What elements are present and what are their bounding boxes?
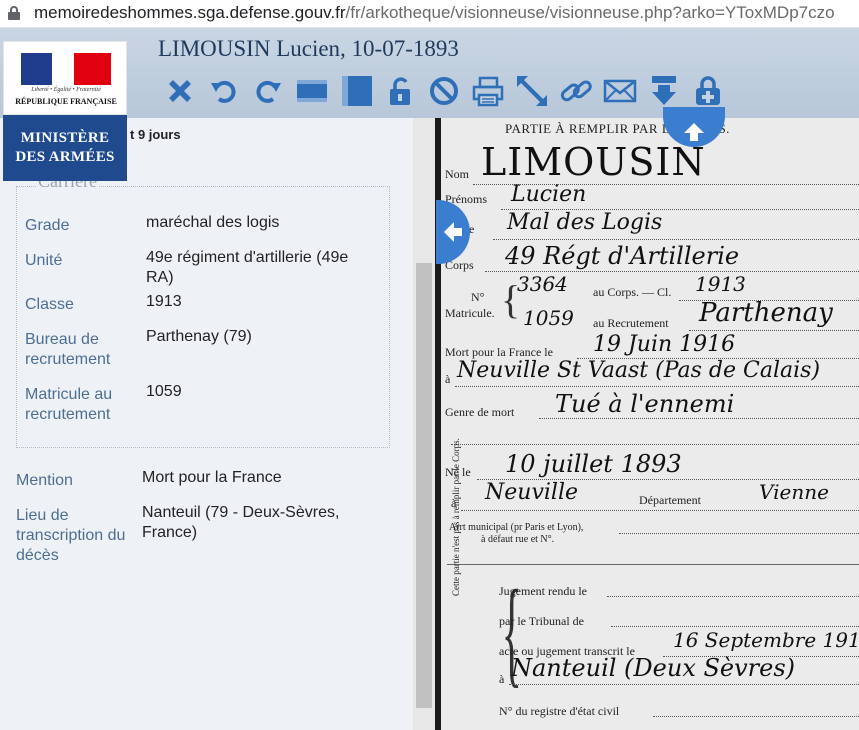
- prenoms-value: Lucien: [511, 182, 587, 207]
- forbidden-icon: [430, 77, 458, 105]
- browser-address-bar[interactable]: memoiredeshommes.sga.defense.gouv.fr/fr/…: [0, 0, 859, 28]
- toolbar: [158, 72, 730, 110]
- scanned-fiche: PARTIE À REMPLIR PAR LE CORPS. Nom LIMOU…: [441, 118, 859, 730]
- grade-value: maréchal des logis: [146, 214, 280, 231]
- logo-republique: RÉPUBLIQUE FRANÇAISE: [15, 97, 117, 106]
- marianne-logo: Liberté • Égalité • Fraternité RÉPUBLIQU…: [3, 41, 127, 115]
- document-viewer[interactable]: PARTIE À REMPLIR PAR LE CORPS. Nom LIMOU…: [435, 118, 859, 730]
- info-panel: t 9 jours Carrière Grade maréchal des lo…: [0, 118, 413, 730]
- lock-add-button[interactable]: [686, 72, 730, 110]
- a3-label: à: [499, 672, 505, 686]
- tribunal-label: par le Tribunal de: [499, 614, 584, 628]
- transcrit-lieu: Nanteuil (Deux Sèvres): [511, 654, 796, 682]
- classe-doc-value: 1913: [695, 272, 746, 296]
- ministere-line2: DES ARMÉES: [15, 149, 115, 165]
- rotate-right-icon: [256, 80, 281, 103]
- fit-height-button[interactable]: [334, 72, 378, 110]
- ministere-line1: MINISTÈRE: [20, 130, 110, 146]
- a-label: à: [445, 372, 451, 386]
- arrow-up-icon: [684, 123, 704, 141]
- truncated-age-text: t 9 jours: [130, 127, 181, 142]
- link-icon: [560, 80, 592, 102]
- grade-label: Grade: [25, 217, 70, 234]
- info-panel-scrollbar[interactable]: [413, 118, 435, 730]
- fit-width-button[interactable]: [290, 72, 334, 110]
- classe-label: Classe: [25, 296, 74, 313]
- bureau-value: Parthenay (79): [146, 328, 252, 345]
- rotate-left-button[interactable]: [202, 72, 246, 110]
- scrollbar-thumb[interactable]: [416, 263, 432, 708]
- print-icon: [472, 76, 504, 107]
- rotate-left-icon: [211, 80, 236, 103]
- mail-button[interactable]: [598, 72, 642, 110]
- fullscreen-icon: [517, 76, 547, 106]
- download-button[interactable]: [642, 72, 686, 110]
- url-host: memoiredeshommes.sga.defense.gouv.fr: [34, 3, 346, 22]
- close-icon: [169, 80, 191, 102]
- genre-label: Genre de mort: [445, 405, 515, 419]
- ministere-banner: MINISTÈRE DES ARMÉES: [3, 115, 127, 181]
- ministere-logo[interactable]: Liberté • Égalité • Fraternité RÉPUBLIQU…: [3, 41, 127, 181]
- nom-label: Nom: [445, 167, 469, 181]
- mail-icon: [603, 79, 637, 103]
- url-text[interactable]: memoiredeshommes.sga.defense.gouv.fr/fr/…: [34, 3, 835, 23]
- lieu-mort-value: Neuville St Vaast (Pas de Calais): [457, 358, 821, 383]
- corps-num: 3364: [517, 272, 568, 296]
- print-button[interactable]: [466, 72, 510, 110]
- lock-plus-icon: [696, 76, 720, 105]
- unite-label: Unité: [25, 252, 63, 269]
- logo-devise: Liberté • Égalité • Fraternité: [31, 87, 101, 93]
- grade-doc-value: Mal des Logis: [507, 210, 663, 235]
- acte-value: 16 Septembre 1916: [673, 628, 859, 652]
- departement-label: Département: [639, 493, 701, 507]
- download-icon: [652, 76, 676, 105]
- page-title: LIMOUSIN Lucien, 10-07-1893: [158, 36, 459, 61]
- fit-height-icon: [342, 76, 372, 106]
- arr-label: Arrt municipal (pr Paris et Lyon),: [449, 522, 584, 533]
- unite-value: 49e régiment d'artillerie (49e RA): [146, 249, 349, 286]
- nom-value: LIMOUSIN: [481, 140, 706, 184]
- departement-value: Vienne: [759, 480, 829, 504]
- registre-label: N° du registre d'état civil: [499, 704, 620, 718]
- matricule-doc-label: Matricule.: [445, 306, 495, 320]
- unlock-icon: [390, 77, 410, 105]
- arr-label-2: à défaut rue et N°.: [481, 534, 555, 545]
- genre-value: Tué à l'ennemi: [555, 390, 735, 418]
- mort-value: 19 Juin 1916: [593, 332, 736, 357]
- fit-width-icon: [297, 80, 327, 102]
- url-path: /fr/arkotheque/visionneuse/visionneuse.p…: [345, 3, 835, 22]
- recr-doc-value: Parthenay: [699, 298, 833, 328]
- au-corps-label: au Corps. — Cl.: [593, 285, 672, 299]
- matricule-value: 1059: [146, 383, 182, 400]
- forbidden-button[interactable]: [422, 72, 466, 110]
- mention-value: Mort pour la France: [142, 469, 282, 486]
- classe-value: 1913: [146, 293, 182, 310]
- tricolor-flag-icon: [21, 53, 111, 85]
- rotate-right-button[interactable]: [246, 72, 290, 110]
- ne-lieu: Neuville: [485, 480, 578, 505]
- jugement-label: Jugement rendu le: [499, 584, 587, 598]
- ne-value: 10 juillet 1893: [505, 450, 682, 478]
- matricule-label: Matricule au recrutement: [25, 386, 113, 423]
- arrow-left-icon: [444, 222, 462, 242]
- lock-icon[interactable]: [8, 6, 20, 20]
- corps-value: 49 Régt d'Artillerie: [505, 242, 740, 270]
- lieu-transcription-value: Nanteuil (79 - Deux-Sèvres, France): [142, 504, 340, 541]
- no-label: N°: [471, 290, 485, 304]
- au-recrutement-label: au Recrutement: [593, 316, 669, 330]
- fullscreen-button[interactable]: [510, 72, 554, 110]
- recr-num: 1059: [523, 306, 574, 330]
- side-note: Cette partie n'est pas à remplir par le …: [451, 438, 461, 596]
- close-button[interactable]: [158, 72, 202, 110]
- unlock-button[interactable]: [378, 72, 422, 110]
- link-button[interactable]: [554, 72, 598, 110]
- lieu-transcription-label: Lieu de transcription du décès: [16, 507, 126, 564]
- bureau-label: Bureau de recrutement: [25, 331, 111, 368]
- mention-label: Mention: [16, 472, 73, 489]
